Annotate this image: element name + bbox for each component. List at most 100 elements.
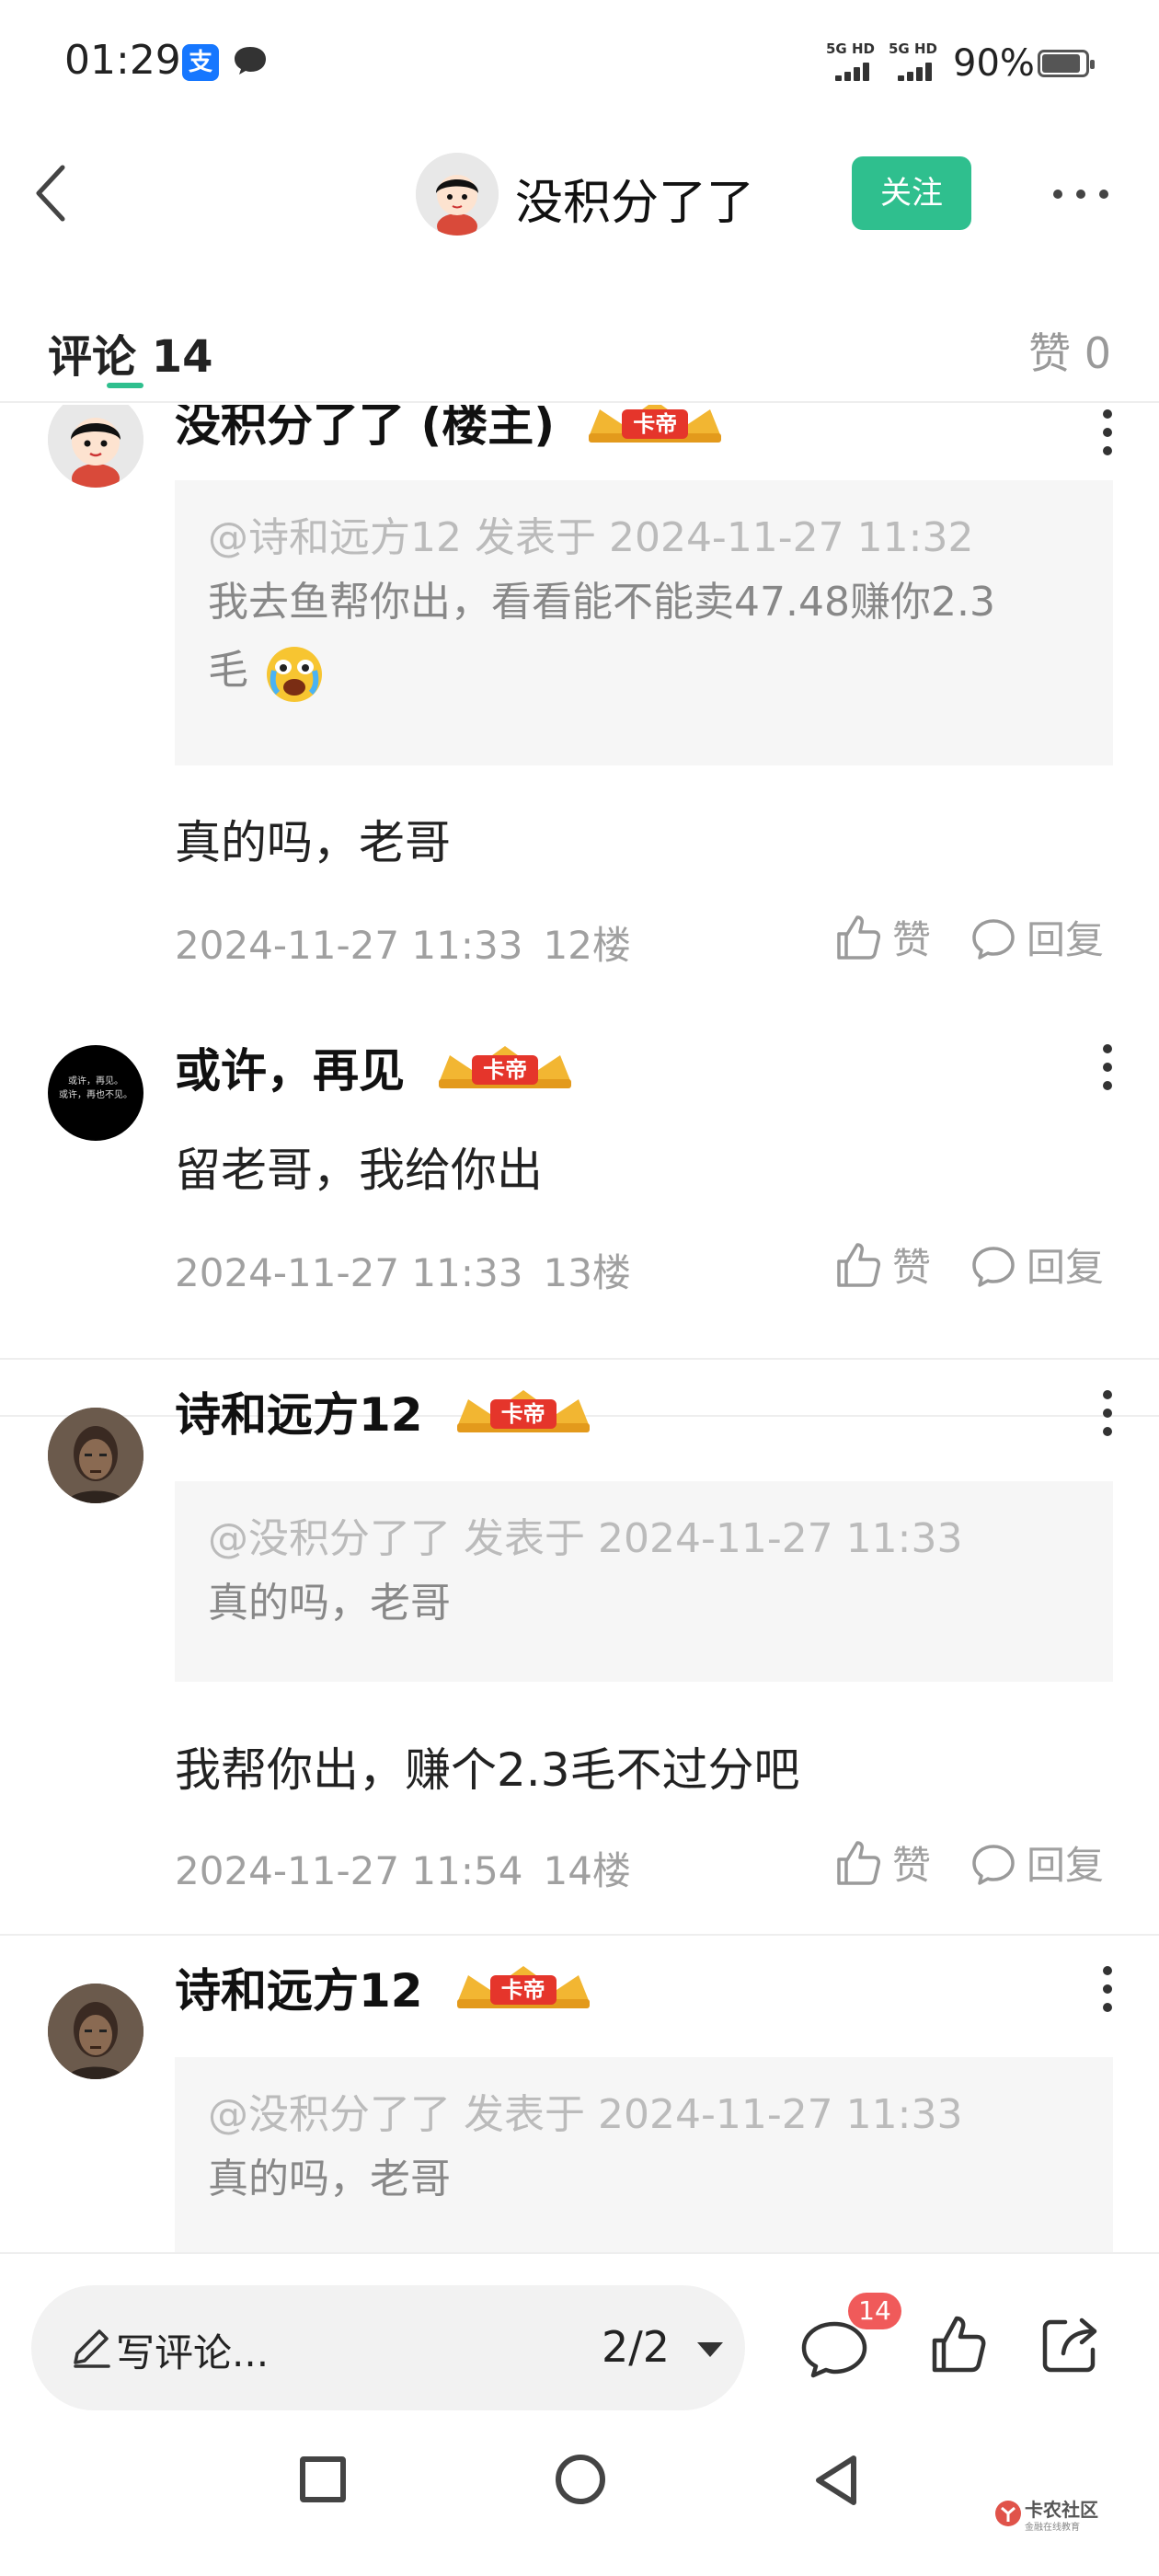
watermark-title: 卡农社区 xyxy=(1025,2499,1098,2521)
tab-likes[interactable]: 赞 0 xyxy=(1028,320,1111,381)
reply-label: 回复 xyxy=(1027,1843,1105,1888)
avatar[interactable] xyxy=(48,405,143,488)
thumbs-up-icon xyxy=(837,1840,880,1885)
comment-count-badge: 14 xyxy=(848,2293,901,2329)
reply-button[interactable]: 回复 xyxy=(970,1236,1104,1292)
status-bar: 01:29 支 5G HD 5G HD 90% xyxy=(0,0,1159,129)
thumbs-up-icon[interactable] xyxy=(927,2313,988,2375)
nav-back-icon[interactable] xyxy=(813,2453,859,2508)
badge-label: 卡帝 xyxy=(489,1975,557,2005)
comment-menu-icon[interactable] xyxy=(1100,1041,1115,1093)
comment-text: 真的吗，老哥 xyxy=(175,816,451,869)
battery-icon xyxy=(1038,50,1095,77)
avatar[interactable]: 或许，再见。 或许，再也不见。 xyxy=(48,1045,143,1141)
caret-down-icon[interactable] xyxy=(694,2339,727,2361)
author-row: 诗和远方12 卡帝 xyxy=(175,1378,597,1443)
portrait-avatar-icon xyxy=(48,1984,143,2079)
avatar-text-line1: 或许，再见。 xyxy=(68,1076,123,1087)
header-username[interactable]: 没积分了了 xyxy=(515,164,754,233)
page-indicator[interactable]: 2/2 xyxy=(602,2322,670,2372)
like-label: 赞 xyxy=(892,1843,932,1888)
comment-item: 诗和远方12 卡帝 @没积分了了 发表于 2024-11-27 11:33 真的… xyxy=(0,1936,1159,2252)
comment-text: 留老哥，我给你出 xyxy=(175,1144,543,1197)
battery-fill xyxy=(1042,54,1080,73)
comment-item: 或许，再见。 或许，再也不见。 或许，再见 卡帝 留老哥，我给你出 2024-1… xyxy=(0,1014,1159,1360)
home-icon[interactable] xyxy=(556,2455,605,2504)
tab-comments[interactable]: 评论 14 xyxy=(48,320,213,385)
watermark-subtitle: 金融在线教育 xyxy=(1025,2523,1080,2533)
quote-text-line1: 我去鱼帮你出，看看能不能卖47.48赚你2.3 xyxy=(208,579,995,626)
header: 没积分了了 关注 xyxy=(0,129,1159,258)
tab-comments-label: 评论 xyxy=(48,331,137,383)
comment-menu-icon[interactable] xyxy=(1100,1387,1115,1439)
quoted-comment[interactable]: @没积分了了 发表于 2024-11-27 11:33 真的吗，老哥 xyxy=(175,2057,1113,2252)
badge-label: 卡帝 xyxy=(472,1055,539,1085)
tab-active-indicator xyxy=(107,383,143,388)
quote-meta: @没积分了了 发表于 2024-11-27 11:33 xyxy=(208,2091,963,2138)
comment-menu-icon[interactable] xyxy=(1100,1963,1115,2015)
like-button[interactable]: 赞 xyxy=(832,1834,931,1890)
like-button[interactable]: 赞 xyxy=(832,1236,931,1292)
share-icon[interactable] xyxy=(1039,2313,1100,2375)
avatar-text-line2: 或许，再也不见。 xyxy=(59,1090,132,1100)
comment-meta: 2024-11-27 11:33 13楼 xyxy=(175,1242,631,1298)
author-name[interactable]: 没积分了了 (楼主) xyxy=(175,405,555,452)
comment-text: 我帮你出，赚个2.3毛不过分吧 xyxy=(175,1743,800,1797)
level-badge: 卡帝 xyxy=(450,1386,597,1436)
thumbs-up-icon xyxy=(837,914,880,960)
comment-time: 2024-11-27 11:54 xyxy=(175,1848,523,1893)
level-badge: 卡帝 xyxy=(581,405,729,446)
system-nav-bar: 卡农社区 金融在线教育 xyxy=(0,2418,1159,2576)
bottom-action-bar: 写评论... 2/2 14 xyxy=(0,2252,1159,2418)
author-name[interactable]: 诗和远方12 xyxy=(175,1964,423,2018)
kanong-logo-icon xyxy=(995,2501,1021,2526)
follow-button[interactable]: 关注 xyxy=(852,156,971,230)
comment-floor: 12楼 xyxy=(543,923,631,968)
author-name[interactable]: 诗和远方12 xyxy=(175,1388,423,1442)
cartoon-girl-avatar-icon xyxy=(416,153,499,236)
back-arrow-icon[interactable] xyxy=(28,156,83,230)
avatar-text: 或许，再见。 或许，再也不见。 xyxy=(53,1075,138,1102)
reply-button[interactable]: 回复 xyxy=(970,909,1104,964)
like-label: 赞 xyxy=(892,1245,932,1290)
comment-floor: 13楼 xyxy=(543,1250,631,1295)
watermark: 卡农社区 金融在线教育 xyxy=(993,2495,1113,2536)
signal-icon: 5G HD 5G HD xyxy=(826,40,946,81)
thumbs-up-icon xyxy=(837,1242,880,1287)
level-badge: 卡帝 xyxy=(450,1962,597,2012)
like-button[interactable]: 赞 xyxy=(832,909,931,964)
tab-comments-count: 14 xyxy=(151,331,213,383)
author-row: 没积分了了 (楼主) 卡帝 xyxy=(175,405,729,453)
quote-meta: @没积分了了 发表于 2024-11-27 11:33 xyxy=(208,1515,963,1562)
portrait-avatar-icon xyxy=(48,1408,143,1503)
signal-1-label: 5G HD xyxy=(826,40,875,57)
tab-likes-label: 赞 xyxy=(1028,328,1072,378)
comment-tabs: 评论 14 赞 0 xyxy=(0,304,1159,403)
quoted-comment[interactable]: @诗和远方12 发表于 2024-11-27 11:32 我去鱼帮你出，看看能不… xyxy=(175,480,1113,765)
signal-1: 5G HD xyxy=(826,40,879,81)
reply-button[interactable]: 回复 xyxy=(970,1834,1104,1890)
badge-label: 卡帝 xyxy=(489,1399,557,1429)
quoted-comment[interactable]: @没积分了了 发表于 2024-11-27 11:33 真的吗，老哥 xyxy=(175,1481,1113,1682)
comment-item: 诗和远方12 卡帝 @没积分了了 发表于 2024-11-27 11:33 真的… xyxy=(0,1360,1159,1936)
write-comment-input[interactable]: 写评论... 2/2 xyxy=(31,2285,745,2410)
alipay-icon: 支 xyxy=(182,44,219,81)
battery-percent: 90% xyxy=(953,42,1035,85)
recent-apps-icon[interactable] xyxy=(300,2456,346,2502)
quote-text: 真的吗，老哥 xyxy=(208,2156,451,2202)
quote-meta: @诗和远方12 发表于 2024-11-27 11:32 xyxy=(208,514,974,561)
avatar[interactable] xyxy=(48,1984,143,2079)
author-name[interactable]: 或许，再见 xyxy=(175,1044,405,1098)
more-options-icon[interactable] xyxy=(1049,180,1113,208)
pen-icon xyxy=(74,2329,110,2368)
reply-label: 回复 xyxy=(1027,1245,1105,1290)
header-avatar[interactable] xyxy=(416,153,499,236)
level-badge: 卡帝 xyxy=(431,1042,579,1092)
comment-time: 2024-11-27 11:33 xyxy=(175,923,523,968)
clock: 01:29 xyxy=(64,37,181,84)
badge-label: 卡帝 xyxy=(622,409,689,439)
comment-menu-icon[interactable] xyxy=(1100,407,1115,458)
like-label: 赞 xyxy=(892,917,932,962)
reply-label: 回复 xyxy=(1027,917,1105,962)
avatar[interactable] xyxy=(48,1408,143,1503)
